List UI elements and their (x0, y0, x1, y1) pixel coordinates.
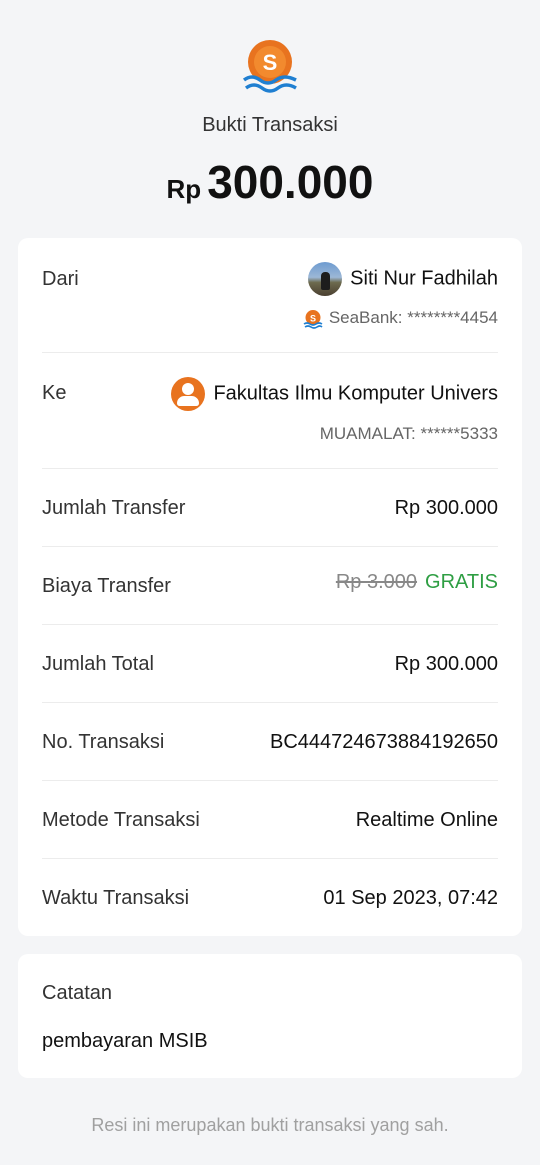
recipient-account: MUAMALAT: ******5333 (319, 424, 498, 443)
note-text: pembayaran MSIB (42, 1030, 208, 1052)
page-title: Bukti Transaksi (202, 114, 338, 136)
divider (42, 468, 498, 469)
detail-value: Rp 300.000 (394, 497, 498, 519)
sender-name: Siti Nur Fadhilah (350, 267, 498, 290)
detail-label: Metode Transaksi (42, 809, 200, 831)
detail-label: Waktu Transaksi (42, 887, 190, 909)
divider (42, 702, 498, 703)
sender-avatar (308, 262, 343, 296)
recipient-name-line: Fakultas Ilmu Komputer Univers (171, 377, 498, 411)
divider (42, 352, 498, 353)
note-label: Catatan (42, 982, 113, 1004)
sender-account-line: S SeaBank: ********4454 (303, 308, 498, 329)
receipt-footer-text: Resi ini merupakan bukti transaksi yang … (91, 1115, 449, 1135)
sender-label: Dari (42, 268, 79, 290)
detail-row-time: Waktu Transaksi 01 Sep 2023, 07:42 (42, 887, 498, 917)
detail-row-method: Metode Transaksi Realtime Online (42, 809, 498, 839)
amount-currency: Rp (166, 174, 202, 204)
detail-label: Jumlah Total (42, 653, 154, 675)
divider (42, 780, 498, 781)
detail-label: Biaya Transfer (42, 575, 171, 597)
amount-value: 300.000 (207, 156, 374, 208)
divider (42, 858, 498, 859)
recipient-label: Ke (42, 382, 67, 404)
sender-name-line: Siti Nur Fadhilah (308, 262, 498, 296)
detail-row-transfer-fee: Biaya Transfer Rp 3.000 GRATIS (42, 571, 498, 605)
detail-value: Realtime Online (355, 809, 498, 831)
detail-label: No. Transaksi (42, 731, 165, 753)
transaction-details-card: Dari Siti Nur Fadhilah S SeaBank: ******… (18, 238, 522, 936)
free-badge: GRATIS (425, 571, 498, 593)
seabank-logo-icon: S (242, 40, 297, 93)
detail-row-transaction-number: No. Transaksi BC444724673884192650 (42, 731, 498, 761)
transaction-number[interactable]: BC444724673884192650 (270, 731, 498, 754)
detail-row-total: Jumlah Total Rp 300.000 (42, 653, 498, 683)
fee-value-line: Rp 3.000 GRATIS (336, 571, 498, 594)
svg-text:S: S (263, 50, 278, 75)
svg-text:S: S (310, 313, 316, 323)
detail-value: Rp 300.000 (394, 653, 498, 675)
original-fee: Rp 3.000 (335, 571, 418, 593)
sender-row: Dari Siti Nur Fadhilah S SeaBank: ******… (42, 262, 498, 354)
user-icon (171, 377, 206, 411)
seabank-mini-icon: S (303, 309, 323, 329)
divider (42, 624, 498, 625)
note-card: Catatan pembayaran MSIB (18, 954, 522, 1078)
transaction-amount: Rp 300.000 (0, 155, 540, 209)
recipient-name: Fakultas Ilmu Komputer Univers (213, 382, 498, 405)
detail-label: Jumlah Transfer (42, 497, 186, 519)
detail-value: 01 Sep 2023, 07:42 (323, 887, 498, 909)
recipient-row: Ke Fakultas Ilmu Komputer Univers MUAMAL… (42, 377, 498, 468)
detail-row-transfer-amount: Jumlah Transfer Rp 300.000 (42, 497, 498, 527)
divider (42, 546, 498, 547)
sender-account: SeaBank: ********4454 (328, 308, 498, 327)
